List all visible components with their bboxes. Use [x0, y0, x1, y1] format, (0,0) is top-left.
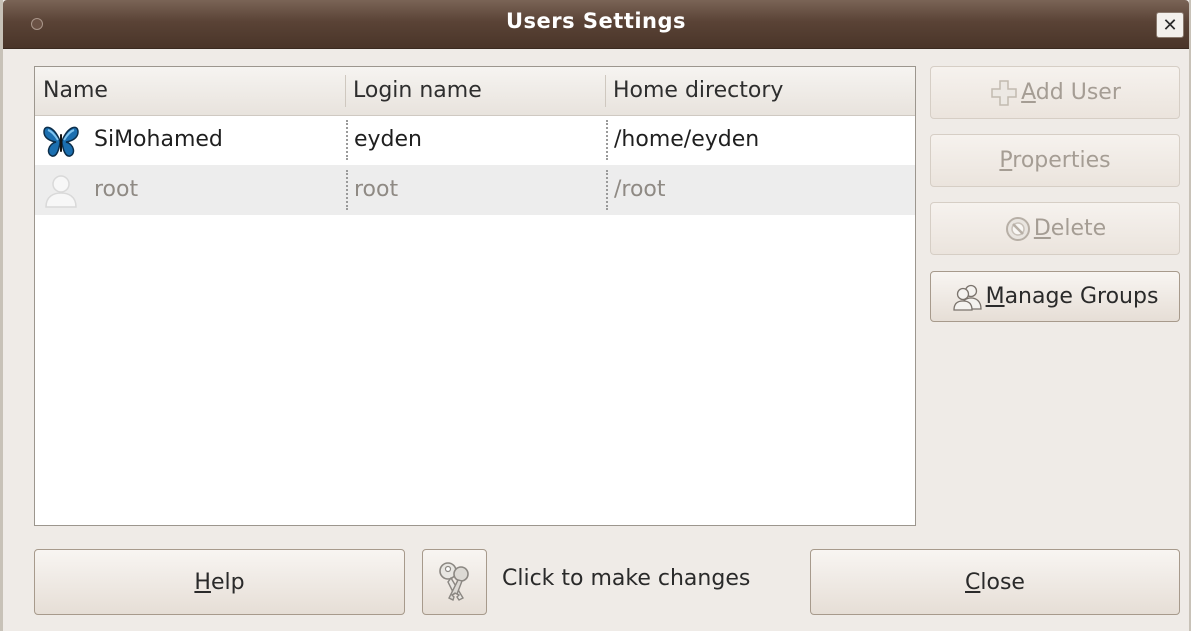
no-entry-icon [1004, 215, 1032, 243]
column-separator [606, 120, 608, 160]
delete-label: Delete [1033, 216, 1107, 241]
keys-icon [438, 562, 469, 601]
manage-groups-button[interactable]: Manage Groups [930, 271, 1180, 322]
unlock-button[interactable] [422, 549, 487, 615]
column-separator [346, 170, 348, 210]
help-button[interactable]: Help [34, 549, 405, 615]
close-label: Close [965, 569, 1025, 595]
table-row[interactable]: root root /root [35, 165, 915, 215]
list-header: Name Login name Home directory [35, 67, 915, 116]
window-close-button[interactable]: ✕ [1156, 12, 1184, 38]
close-icon: ✕ [1162, 14, 1178, 36]
butterfly-icon [43, 126, 79, 157]
group-icon [952, 283, 984, 311]
user-login: root [354, 177, 399, 202]
user-login: eyden [354, 127, 422, 152]
add-user-label: Add User [1021, 80, 1121, 105]
column-header-name[interactable]: Name [35, 67, 345, 115]
plus-icon [989, 78, 1019, 108]
properties-label: Properties [999, 148, 1111, 173]
manage-groups-label: Manage Groups [985, 284, 1159, 309]
user-name: SiMohamed [94, 127, 223, 152]
user-name: root [94, 177, 139, 202]
users-settings-window: Users Settings ✕ Name Login name Home di… [0, 0, 1191, 631]
add-user-button[interactable]: Add User [930, 66, 1180, 119]
window-title: Users Settings [505, 9, 687, 33]
users-list[interactable]: Name Login name Home directory SiMohamed… [34, 66, 916, 526]
column-header-home[interactable]: Home directory [605, 67, 915, 115]
unlock-hint-label: Click to make changes [502, 566, 751, 591]
close-button[interactable]: Close [810, 549, 1180, 615]
help-label: Help [194, 569, 245, 595]
column-header-login[interactable]: Login name [345, 67, 605, 115]
titlebar[interactable]: Users Settings ✕ [3, 0, 1189, 49]
user-home: /root [614, 177, 666, 202]
column-separator [606, 170, 608, 210]
properties-button[interactable]: Properties [930, 134, 1180, 187]
column-separator [346, 120, 348, 160]
user-silhouette-icon [45, 175, 77, 208]
user-home: /home/eyden [614, 127, 760, 152]
table-row[interactable]: SiMohamed eyden /home/eyden [35, 115, 915, 165]
delete-button[interactable]: Delete [930, 202, 1180, 255]
